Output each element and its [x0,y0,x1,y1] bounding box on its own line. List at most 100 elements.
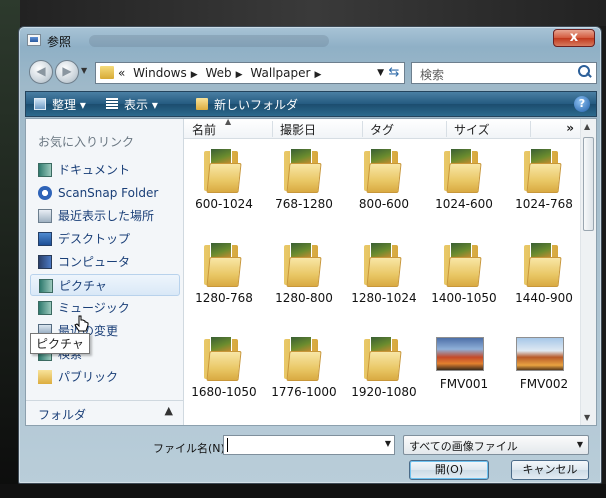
column-tags[interactable]: タグ [370,121,394,138]
breadcrumb-windows[interactable]: Windows [133,66,187,80]
tooltip: ピクチャ [30,333,90,354]
refresh-icon[interactable]: ⇆ [386,65,402,81]
search-input[interactable]: 検索 [411,62,597,84]
column-date-taken[interactable]: 撮影日 [280,121,316,138]
folder-icon [364,145,404,193]
close-button[interactable]: x [553,29,595,47]
desktop-background-top [20,0,606,26]
nav-item-label: ピクチャ [59,279,107,293]
address-dropdown-icon[interactable]: ▼ [377,68,384,78]
filename-dropdown-icon[interactable]: ▼ [385,439,391,448]
recent-pages-dropdown-icon[interactable]: ▼ [81,66,87,75]
nav-item-label: ScanSnap Folder [58,186,159,200]
text-caret [227,438,228,452]
folder-item[interactable]: 1280-768 [184,239,264,329]
column-name[interactable]: 名前 [192,121,216,138]
help-icon[interactable]: ? [574,96,590,112]
folder-item[interactable]: 1440-900 [504,239,584,329]
organize-icon [34,98,46,110]
breadcrumb-web[interactable]: Web [206,66,232,80]
folder-icon [284,239,324,287]
folder-item[interactable]: 1024-600 [424,145,504,235]
file-name: FMV001 [439,377,489,391]
dialog-body: お気に入りリンク ドキュメント ScanSnap Folder 最近表示した場所… [25,117,597,426]
nav-item-music[interactable]: ミュージック [30,297,180,319]
views-button[interactable]: 表示 ▾ [106,96,158,113]
cancel-button[interactable]: キャンセル [511,460,589,480]
image-file-item[interactable]: FMV002 [504,333,584,423]
open-button[interactable]: 開(O) [409,460,489,480]
folder-item[interactable]: 1680-1050 [184,333,264,423]
folder-icon [524,145,564,193]
column-divider[interactable] [362,121,363,137]
file-name: 1024-600 [435,197,493,211]
filename-field[interactable]: ▼ [223,435,395,455]
nav-item-label: コンピュータ [58,255,131,269]
scroll-down-icon[interactable]: ▼ [584,413,590,422]
column-divider[interactable] [272,121,273,137]
folder-item[interactable]: 1280-1024 [344,239,424,329]
folder-icon [444,239,484,287]
folder-item[interactable]: 1776-1000 [264,333,344,423]
breadcrumb-arrow-icon[interactable]: ▶ [314,70,321,80]
more-columns-button[interactable]: » [566,121,574,135]
folder-icon [284,145,324,193]
file-name: 1280-800 [275,291,333,305]
desktop-icon [38,232,52,246]
folder-item[interactable]: 1024-768 [504,145,584,235]
nav-item-recent-places[interactable]: 最近表示した場所 [30,205,180,227]
nav-item-documents[interactable]: ドキュメント [30,159,180,181]
nav-item-desktop[interactable]: デスクトップ [30,228,180,250]
recent-places-icon [38,209,52,223]
file-name: 1280-1024 [351,291,417,305]
nav-item-pictures[interactable]: ピクチャ [30,274,180,296]
folder-icon [204,239,244,287]
nav-item-computer[interactable]: コンピュータ [30,251,180,273]
organize-button[interactable]: 整理 ▾ [34,96,86,113]
image-thumbnail [516,337,564,371]
folder-item[interactable]: 800-600 [344,145,424,235]
breadcrumb-arrow-icon[interactable]: ▶ [236,70,243,80]
folder-icon [444,145,484,193]
navigation-pane: お気に入りリンク ドキュメント ScanSnap Folder 最近表示した場所… [26,119,184,425]
file-type-value: すべての画像ファイル [409,440,518,453]
chevron-up-icon[interactable]: ▲ [165,404,173,417]
image-file-item[interactable]: FMV001 [424,333,504,423]
nav-item-label: パブリック [58,370,119,384]
file-name: 1680-1050 [191,385,257,399]
folders-label: フォルダ [38,408,87,422]
file-name: 1400-1050 [431,291,497,305]
folder-item[interactable]: 1400-1050 [424,239,504,329]
column-divider[interactable] [530,121,531,137]
scroll-up-icon[interactable]: ▲ [584,122,590,131]
pictures-icon [39,279,53,293]
breadcrumb-wallpaper[interactable]: Wallpaper [250,66,310,80]
column-size[interactable]: サイズ [454,121,490,138]
music-icon [38,301,52,315]
breadcrumb-arrow-icon[interactable]: ▶ [191,70,198,80]
file-type-select[interactable]: すべての画像ファイル ▼ [403,435,589,455]
column-divider[interactable] [446,121,447,137]
vertical-scrollbar[interactable]: ▲ ▼ [580,119,596,425]
nav-item-label: デスクトップ [58,232,131,246]
breadcrumb: « Windows ▶ Web ▶ Wallpaper ▶ [118,66,321,80]
forward-button[interactable]: ▶ [55,60,79,84]
folder-item[interactable]: 600-1024 [184,145,264,235]
nav-item-public[interactable]: パブリック [30,366,180,388]
back-arrow-icon: ◀ [36,64,46,78]
search-icon[interactable] [578,65,592,79]
file-name: 800-600 [358,197,410,211]
back-button[interactable]: ◀ [29,60,53,84]
folder-item[interactable]: 1280-800 [264,239,344,329]
folders-section-toggle[interactable]: フォルダ ▲ [26,400,183,425]
title-bar[interactable]: 参照 x [19,27,601,55]
computer-icon [38,255,52,269]
breadcrumb-overflow[interactable]: « [118,66,125,80]
folder-icon [204,145,244,193]
folder-item[interactable]: 768-1280 [264,145,344,235]
new-folder-button[interactable]: 新しいフォルダ [196,96,298,113]
folder-item[interactable]: 1920-1080 [344,333,424,423]
nav-item-scansnap-folder[interactable]: ScanSnap Folder [30,182,180,204]
scrollbar-thumb[interactable] [583,137,594,231]
address-bar[interactable]: « Windows ▶ Web ▶ Wallpaper ▶ ▼ ⇆ [95,62,405,84]
